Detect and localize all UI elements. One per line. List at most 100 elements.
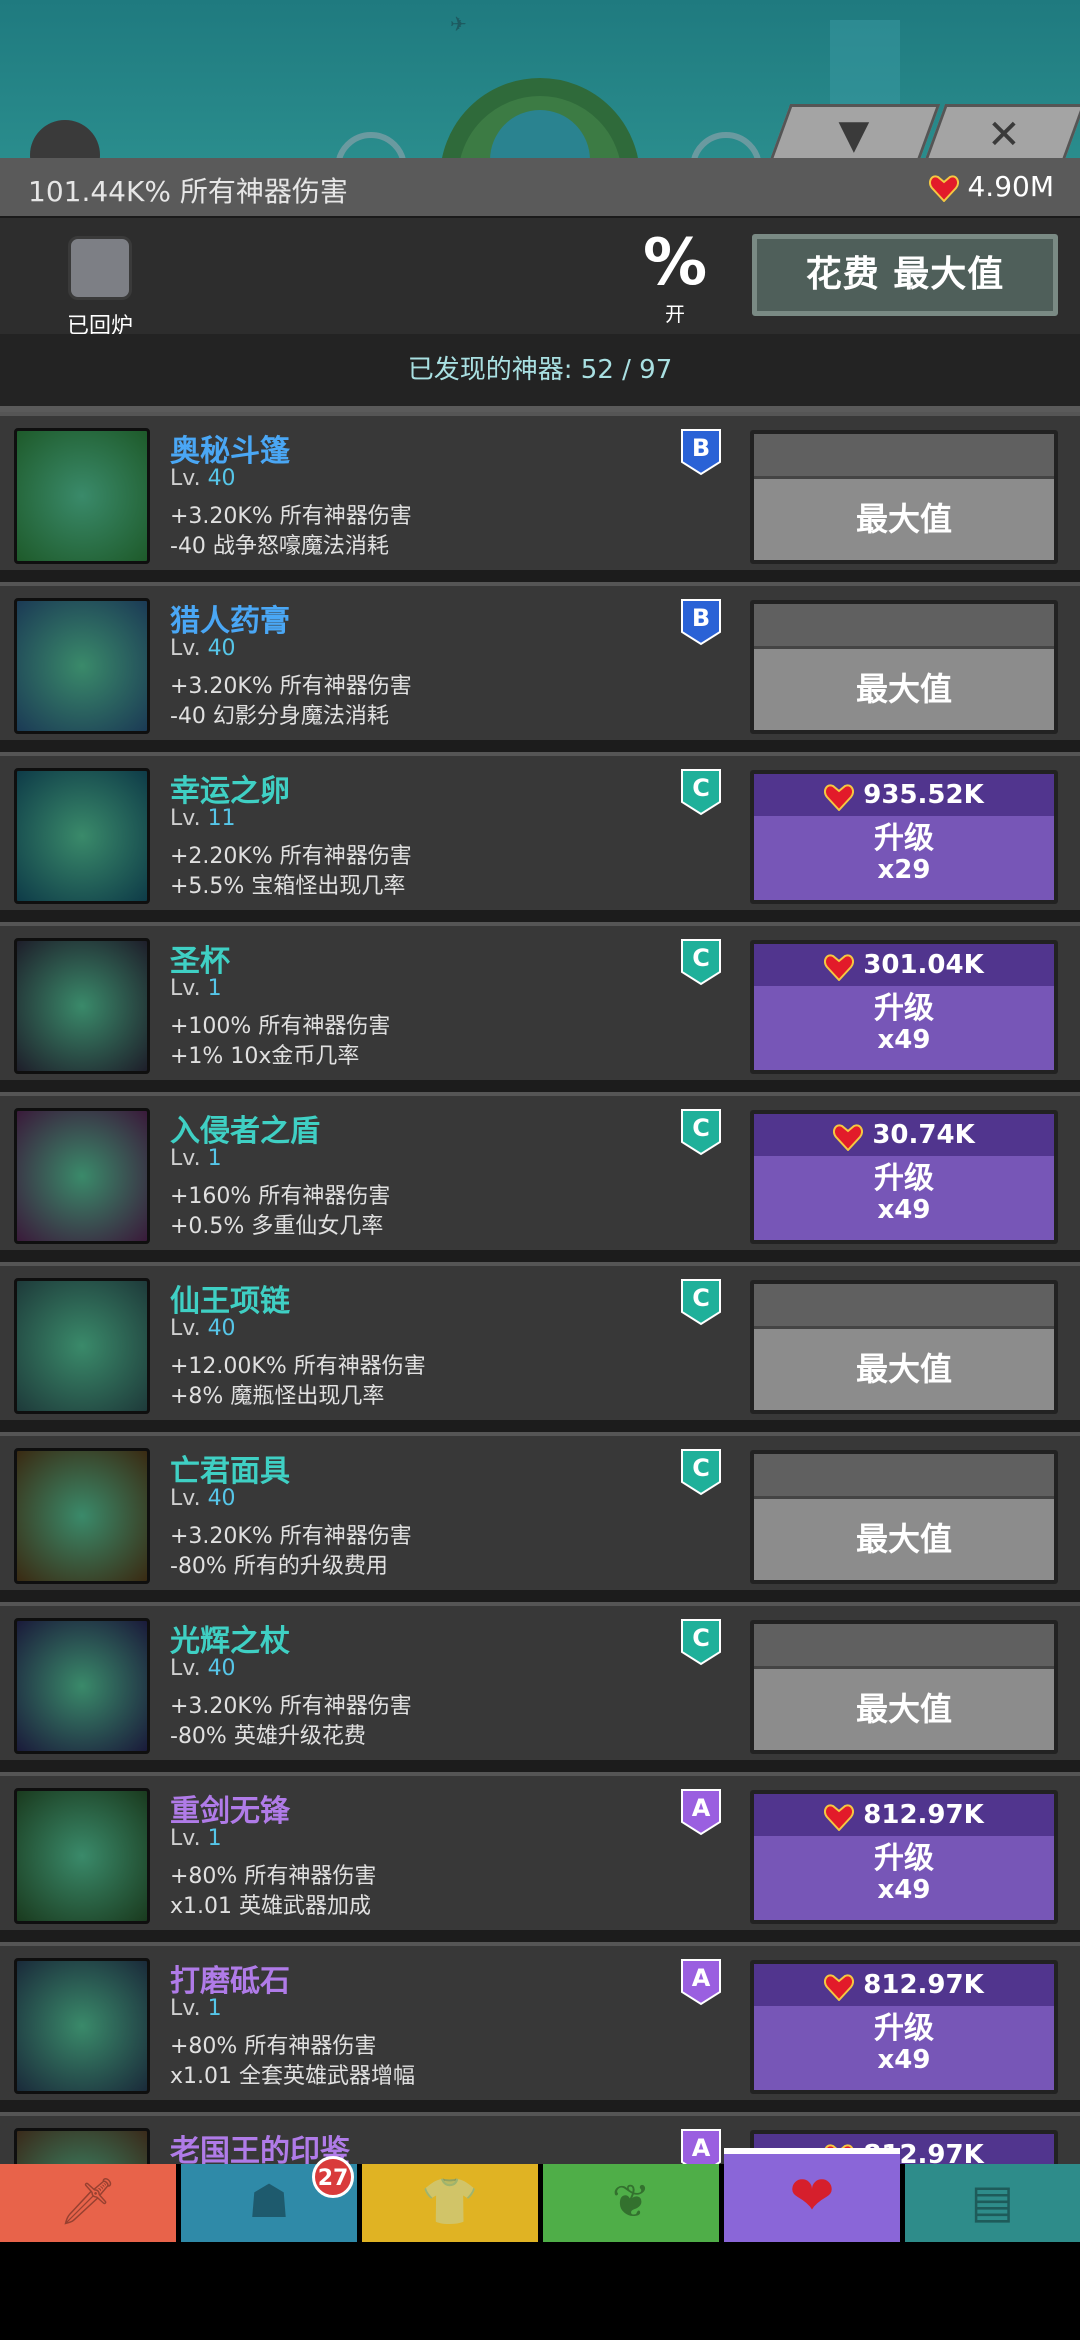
artifact-name: 奥秘斗篷 (170, 434, 290, 469)
artifact-image[interactable] (14, 428, 150, 564)
rank-badge: A (680, 2128, 722, 2164)
artifact-image[interactable] (14, 1958, 150, 2094)
artifact-image[interactable] (14, 1278, 150, 1414)
rank-letter: C (692, 774, 710, 802)
artifact-effect: +3.20K% 所有神器伤害 (170, 674, 412, 699)
artifact-image[interactable] (14, 2128, 150, 2164)
artifact-row[interactable]: 圣杯 Lv. 1 +100% 所有神器伤害 +1% 10x金币几率 C 301.04K 升… (0, 922, 1080, 1080)
percent-symbol: % (642, 226, 708, 300)
level-prefix: Lv. (170, 1826, 201, 1851)
nav-tab-equipment[interactable]: 👕 (362, 2164, 538, 2242)
level-value: 1 (207, 1996, 222, 2021)
nav-tab-shop[interactable]: ▤ (905, 2164, 1080, 2242)
artifact-row[interactable]: 仙王项链 Lv. 40 +12.00K% 所有神器伤害 +8% 魔瓶怪出现几率 C 最大值 (0, 1262, 1080, 1420)
artifact-image[interactable] (14, 598, 150, 734)
max-level-button[interactable]: 最大值 (750, 1620, 1058, 1754)
level-value: 40 (207, 1316, 236, 1341)
artifacts-icon: ❤ (789, 2164, 835, 2227)
ring-ornament (335, 132, 407, 160)
level-prefix: Lv. (170, 976, 201, 1001)
artifact-row[interactable]: 光辉之杖 Lv. 40 +3.20K% 所有神器伤害 -80% 英雄升级花费 C 最大值 (0, 1602, 1080, 1760)
max-level-button[interactable]: 最大值 (750, 1280, 1058, 1414)
level-prefix: Lv. (170, 466, 201, 491)
bird-icon: ✈ (450, 12, 467, 36)
upgrade-button[interactable]: 30.74K 升级 x49 (750, 1110, 1058, 1244)
level-prefix: Lv. (170, 1316, 201, 1341)
level-prefix: Lv. (170, 636, 201, 661)
rank-letter: B (691, 604, 711, 632)
artifact-level: Lv. 1 (170, 976, 222, 1001)
rank-badge: B (680, 598, 722, 646)
artifact-row[interactable]: 猎人药膏 Lv. 40 +3.20K% 所有神器伤害 -40 幻影分身魔法消耗 B 最大值 (0, 582, 1080, 740)
relic-icon (824, 1972, 855, 2001)
artifact-name: 猎人药膏 (170, 604, 290, 639)
artifact-row[interactable]: 奥秘斗篷 Lv. 40 +3.20K% 所有神器伤害 -40 战争怒嚎魔法消耗 B 最大值 (0, 412, 1080, 570)
artifact-image[interactable] (14, 938, 150, 1074)
cost-bar: 812.97K (754, 1964, 1054, 2006)
artifact-effect: +1% 10x金币几率 (170, 1044, 360, 1069)
rank-badge: C (680, 1278, 722, 1326)
artifact-row[interactable]: 亡君面具 Lv. 40 +3.20K% 所有神器伤害 -80% 所有的升级费用 C 最大值 (0, 1432, 1080, 1590)
artifact-name: 重剑无锋 (170, 1794, 290, 1829)
salvaged-button[interactable]: 已回炉 (60, 236, 140, 339)
upgrade-button[interactable]: 812.97K 升级 x49 (750, 1790, 1058, 1924)
rank-badge: A (680, 1958, 722, 2006)
nav-tab-artifacts[interactable]: ❤ (724, 2148, 900, 2242)
upgrade-multiplier: x49 (877, 2045, 931, 2075)
artifact-image[interactable] (14, 1618, 150, 1754)
cost-bar (754, 1284, 1054, 1329)
artifact-row[interactable]: 打磨砥石 Lv. 1 +80% 所有神器伤害 x1.01 全套英雄武器增幅 A 812.… (0, 1942, 1080, 2100)
upgrade-cost: 812.97K (863, 1800, 984, 1830)
spend-max-button[interactable]: 花费 最大值 (752, 234, 1058, 316)
artifact-row[interactable]: 入侵者之盾 Lv. 1 +160% 所有神器伤害 +0.5% 多重仙女几率 C 30.7… (0, 1092, 1080, 1250)
settings-gear-icon[interactable] (30, 120, 100, 160)
close-button[interactable]: ✕ (924, 104, 1080, 160)
nav-tab-pet[interactable]: ❦ (543, 2164, 719, 2242)
artifact-image[interactable] (14, 1108, 150, 1244)
rank-badge: C (680, 938, 722, 986)
upgrade-button[interactable]: 301.04K 升级 x49 (750, 940, 1058, 1074)
upgrade-cost: 935.52K (863, 780, 984, 810)
level-value: 40 (207, 466, 236, 491)
artifact-image[interactable] (14, 1448, 150, 1584)
cost-bar: 30.74K (754, 1114, 1054, 1156)
artifact-image[interactable] (14, 768, 150, 904)
rank-letter: C (692, 1624, 710, 1652)
rank-badge: C (680, 768, 722, 816)
rank-letter: A (691, 1964, 711, 1992)
relic-icon (824, 952, 855, 981)
artifact-effect: +3.20K% 所有神器伤害 (170, 1694, 412, 1719)
rank-badge: C (680, 1448, 722, 1496)
level-prefix: Lv. (170, 1486, 201, 1511)
artifact-effect: +2.20K% 所有神器伤害 (170, 844, 412, 869)
damage-bonus-text: 101.44K% 所有神器伤害 (28, 175, 348, 208)
upgrade-button[interactable]: 935.52K 升级 x29 (750, 770, 1058, 904)
upgrade-cost: 301.04K (863, 950, 984, 980)
rank-letter: C (692, 1454, 710, 1482)
max-level-button[interactable]: 最大值 (750, 600, 1058, 734)
dropdown-button[interactable]: ▼ (769, 104, 941, 160)
artifact-effect: +8% 魔瓶怪出现几率 (170, 1384, 385, 1409)
close-icon: ✕ (987, 112, 1021, 158)
cost-bar: 812.97K (754, 1794, 1054, 1836)
artifact-name: 入侵者之盾 (170, 1114, 320, 1149)
upgrade-label: 升级 (874, 991, 934, 1026)
percent-toggle[interactable]: % 开 (630, 228, 720, 328)
max-label: 最大值 (855, 670, 952, 708)
max-level-button[interactable]: 最大值 (750, 430, 1058, 564)
artifact-row[interactable]: 重剑无锋 Lv. 1 +80% 所有神器伤害 x1.01 英雄武器加成 A 812.97… (0, 1772, 1080, 1930)
artifact-name: 仙王项链 (170, 1284, 290, 1319)
artifact-image[interactable] (14, 1788, 150, 1924)
artifact-list[interactable]: 奥秘斗篷 Lv. 40 +3.20K% 所有神器伤害 -40 战争怒嚎魔法消耗 B 最大值… (0, 412, 1080, 2164)
nav-tab-sword[interactable]: 🗡 (0, 2164, 176, 2242)
rank-letter: A (691, 1794, 711, 1822)
upgrade-button[interactable]: 812.97K 升级 x49 (750, 1960, 1058, 2094)
artifact-row[interactable]: 老国王的印鉴 A 812.97K (0, 2112, 1080, 2164)
artifact-row[interactable]: 幸运之卵 Lv. 11 +2.20K% 所有神器伤害 +5.5% 宝箱怪出现几率 C 9… (0, 752, 1080, 910)
cost-bar (754, 434, 1054, 479)
artifact-effect: x1.01 英雄武器加成 (170, 1894, 371, 1919)
upgrade-multiplier: x49 (877, 1025, 931, 1055)
relic-icon (824, 1802, 855, 1831)
relic-icon (824, 782, 855, 811)
max-level-button[interactable]: 最大值 (750, 1450, 1058, 1584)
